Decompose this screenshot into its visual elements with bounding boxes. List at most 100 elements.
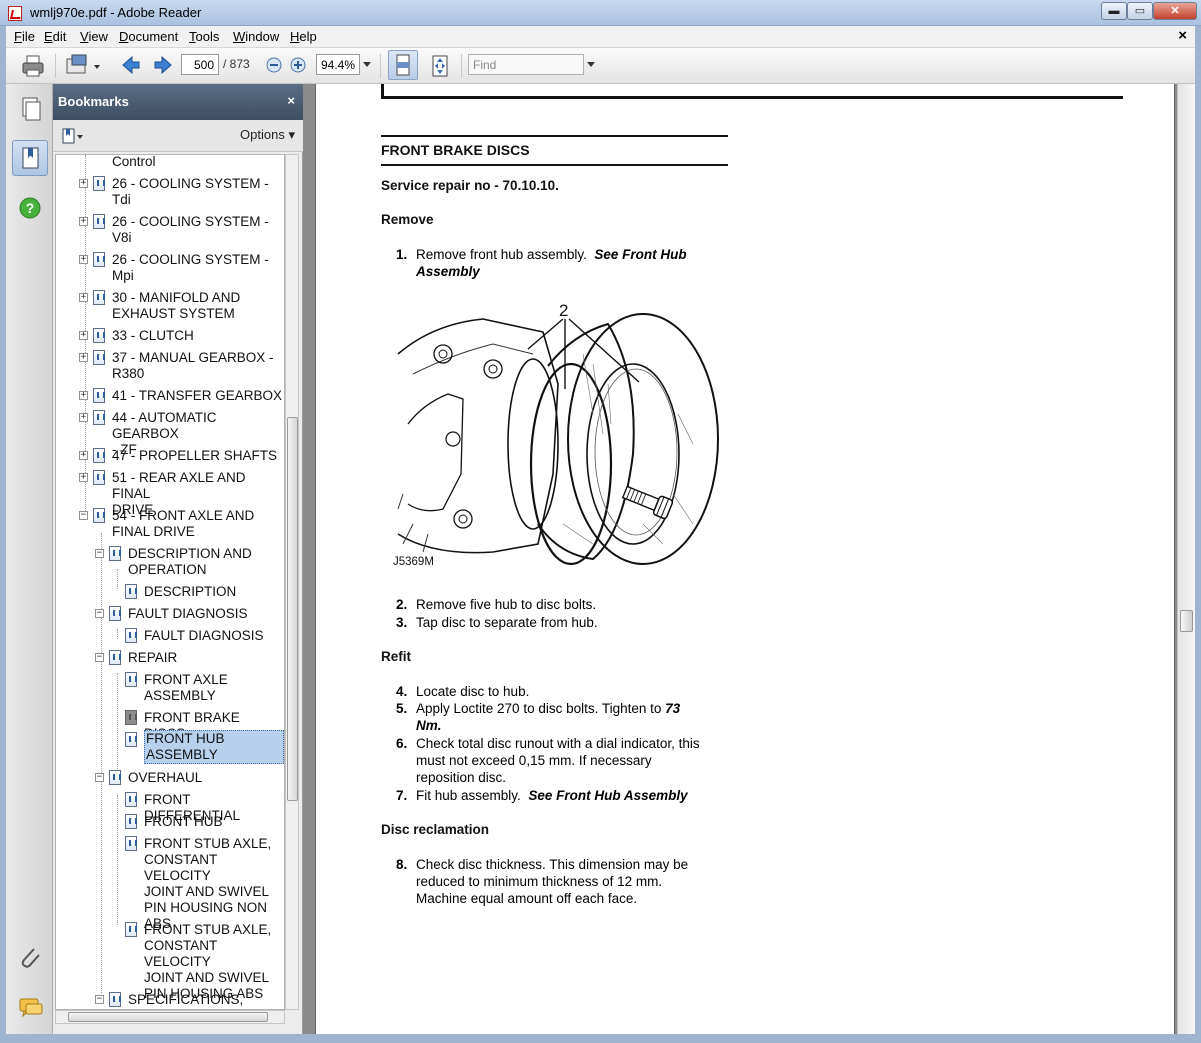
expand-toggle[interactable]: + [79,293,88,302]
collapse-toggle[interactable]: − [95,609,104,618]
zoom-dropdown-icon[interactable] [363,62,371,68]
fit-width-icon [396,54,410,76]
bookmarks-vertical-scrollbar[interactable] [285,154,299,1010]
bookmark-icon [125,922,137,937]
bookmark-label-line: OVERHAUL [128,770,203,785]
expand-toggle[interactable]: + [79,217,88,226]
expand-toggle[interactable]: + [79,331,88,340]
review-comment-icon[interactable] [64,53,102,79]
expand-toggle[interactable]: + [79,255,88,264]
close-window-button[interactable]: ✕ [1153,2,1197,20]
bookmark-label-line: Mpi [112,268,134,283]
menu-accel: H [290,29,300,44]
bookmark-icon [93,290,105,305]
bookmark-label-line: FRONT STUB AXLE, [144,836,272,851]
document-vertical-scrollbar[interactable] [1177,84,1195,1034]
attachments-icon[interactable] [12,940,48,976]
bookmark-icon [93,214,105,229]
collapse-toggle[interactable]: − [95,653,104,662]
find-dropdown-icon[interactable] [587,62,595,68]
expand-toggle[interactable]: + [79,473,88,482]
menu-edit[interactable]: Edit [44,29,66,44]
step-text: Locate disc to hub. [416,684,530,699]
zoom-in-icon[interactable] [290,57,306,73]
menu-document[interactable]: Document [119,29,178,44]
zoom-out-icon[interactable] [266,57,282,73]
close-bookmarks-button[interactable]: × [287,93,295,108]
collapse-toggle[interactable]: − [95,549,104,558]
bookmarks-panel-button[interactable] [12,140,48,176]
collapse-toggle[interactable]: − [95,773,104,782]
bookmark-label-line: 26 - COOLING SYSTEM - [112,252,269,267]
bookmark-icon [109,650,121,665]
bookmark-icon [125,792,137,807]
menu-view[interactable]: View [80,29,108,44]
bookmarks-scroll-thumb[interactable] [287,417,298,801]
bookmark-label: 26 - COOLING SYSTEM - V8i [112,214,269,246]
bookmarks-hscroll-thumb[interactable] [68,1012,268,1022]
document-viewport: FRONT BRAKE DISCS Service repair no - 70… [303,84,1195,1034]
find-input[interactable]: Find [468,54,584,75]
collapse-toggle[interactable]: − [79,511,88,520]
bookmark-label: 37 - MANUAL GEARBOX - R380 [112,350,274,382]
menu-file[interactable]: File [14,29,35,44]
figure-callout-2: 2 [559,301,568,320]
step-body: Apply Loctite 270 to disc bolts. Tighten… [416,701,662,716]
bookmark-label-line: 54 - FRONT AXLE AND [112,508,255,523]
bookmark-label-line: CONSTANT VELOCITY [144,852,218,883]
expand-toggle[interactable]: + [79,451,88,460]
cross-reference-link[interactable]: See Front Hub Assembly [528,788,687,803]
bookmark-label-line: 51 - REAR AXLE AND FINAL [112,470,246,501]
comments-icon[interactable] [12,990,48,1026]
section-rule [381,135,728,137]
menu-window[interactable]: Window [233,29,279,44]
toolbar-separator [461,54,462,78]
bookmarks-tree: Control + 26 - COOLING SYSTEM - Tdi + 26 … [55,154,285,1010]
bookmark-label-line: Control [112,154,156,169]
pages-icon[interactable] [12,92,48,128]
bookmark-label-line: 30 - MANIFOLD AND [112,290,241,305]
bookmark-label: FRONT STUB AXLE, CONSTANT VELOCITY JOINT A… [144,836,284,932]
page-number-input[interactable]: 500 [181,54,219,75]
bookmarks-panel: Bookmarks × Options ▾ Control + 26 - COO… [53,84,303,1034]
bookmark-label-line: 33 - CLUTCH [112,328,194,343]
minimize-button[interactable]: ▬ [1101,2,1127,20]
print-icon[interactable] [20,53,46,79]
expand-toggle[interactable]: + [79,413,88,422]
bookmark-icon [125,836,137,851]
tree-line [117,629,118,639]
current-bookmark-icon [125,710,137,725]
bookmarks-horizontal-scrollbar[interactable] [55,1010,285,1024]
fit-page-icon[interactable] [426,52,454,80]
bookmark-options-icon[interactable] [61,127,85,145]
expand-toggle[interactable]: + [79,391,88,400]
expand-toggle[interactable]: + [79,353,88,362]
previous-page-icon[interactable] [120,54,142,76]
bookmark-label-line: Tdi [112,192,131,207]
bookmark-options-menu[interactable]: Options ▾ [240,127,295,143]
bookmark-label-line: FAULT DIAGNOSIS [144,628,264,643]
bookmark-label-line: SPECIFICATIONS, [128,992,244,1007]
close-document-button[interactable]: × [1178,27,1187,44]
step-line: Check disc thickness. This dimension may… [416,857,689,872]
bookmark-icon [22,147,39,169]
zoom-level-input[interactable]: 94.4% [316,54,360,75]
bookmark-icon [125,584,137,599]
menu-tools[interactable]: Tools [189,29,219,44]
bookmark-icon [125,672,137,687]
step-text: Check disc thickness. This dimension may… [416,856,726,907]
collapse-toggle[interactable]: − [95,995,104,1004]
cross-reference-link[interactable]: Assembly [416,264,480,279]
help-icon[interactable]: ? [12,190,48,226]
next-page-icon[interactable] [152,54,174,76]
step-text: Remove five hub to disc bolts. [416,597,597,612]
cross-reference-link[interactable]: See Front Hub [594,247,686,262]
document-scroll-thumb[interactable] [1180,610,1193,632]
scrolling-mode-button[interactable] [388,50,418,80]
menu-help[interactable]: Help [290,29,317,44]
bookmark-label-line: FAULT DIAGNOSIS [128,606,248,621]
maximize-button[interactable]: ▭ [1127,2,1153,20]
tree-line [101,533,102,993]
bookmark-label: Control [112,154,156,170]
expand-toggle[interactable]: + [79,179,88,188]
